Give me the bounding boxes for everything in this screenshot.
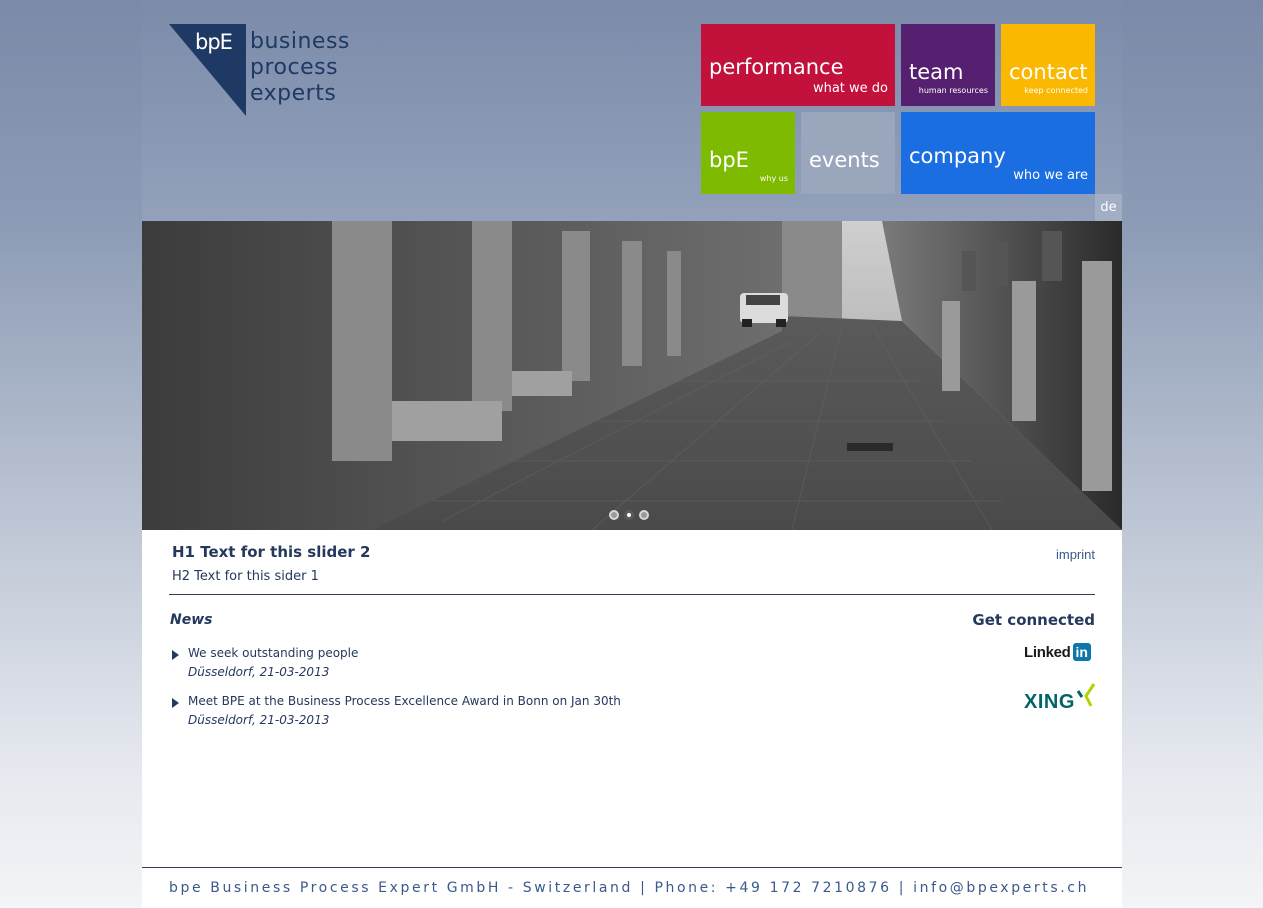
hero-slider[interactable] bbox=[142, 221, 1122, 530]
slider-image bbox=[142, 221, 1122, 530]
nav-tile-bpe-label: bpE bbox=[709, 148, 749, 172]
news-item-title[interactable]: Meet BPE at the Business Process Excelle… bbox=[188, 694, 621, 708]
news-item-date: Düsseldorf, 21-03-2013 bbox=[188, 665, 330, 679]
content-divider bbox=[169, 594, 1095, 595]
nav-tile-contact[interactable]: contact keep connected bbox=[1001, 24, 1095, 106]
footer-divider bbox=[142, 867, 1122, 868]
xing-link[interactable]: XING bbox=[1024, 683, 1096, 715]
linkedin-link[interactable]: Linked in bbox=[1024, 643, 1091, 661]
slide-subheading: H2 Text for this sider 1 bbox=[172, 569, 319, 584]
get-connected-heading: Get connected bbox=[972, 611, 1095, 629]
nav-tile-team[interactable]: team human resources bbox=[901, 24, 995, 106]
header: bpE business process experts performance… bbox=[142, 0, 1122, 221]
nav-tile-events[interactable]: events bbox=[801, 112, 895, 194]
nav-tile-contact-label: contact bbox=[1009, 60, 1088, 84]
logo[interactable]: bpE business process experts bbox=[169, 24, 351, 116]
footer-contact-info: bpe Business Process Expert GmbH - Switz… bbox=[169, 880, 1090, 896]
nav-tile-performance[interactable]: performance what we do bbox=[701, 24, 895, 106]
linkedin-logo-text: Linked bbox=[1024, 643, 1071, 661]
triangle-right-icon bbox=[172, 698, 179, 708]
page: bpE business process experts performance… bbox=[142, 0, 1122, 908]
nav-tile-performance-sub: what we do bbox=[812, 81, 888, 96]
logo-divider bbox=[245, 27, 246, 113]
slider-dot-1[interactable] bbox=[609, 510, 619, 520]
language-switch[interactable]: de bbox=[1095, 194, 1122, 221]
logo-line-2: process bbox=[250, 55, 339, 80]
slider-pagination bbox=[609, 510, 649, 520]
slide-heading: H1 Text for this slider 2 bbox=[172, 543, 371, 561]
nav-tile-company[interactable]: company who we are bbox=[901, 112, 1095, 194]
nav-tile-bpe[interactable]: bpE why us bbox=[701, 112, 795, 194]
news-heading: News bbox=[170, 612, 213, 628]
xing-logo-text: XING bbox=[1024, 691, 1075, 713]
news-item-title[interactable]: We seek outstanding people bbox=[188, 646, 358, 660]
imprint-link[interactable]: imprint bbox=[1056, 547, 1095, 562]
nav-tile-events-label: events bbox=[809, 148, 880, 172]
logo-mark: bpE bbox=[195, 30, 233, 54]
slider-dot-2[interactable] bbox=[624, 510, 634, 520]
main-content: H1 Text for this slider 2 H2 Text for th… bbox=[142, 530, 1122, 867]
nav-tile-contact-sub: keep connected bbox=[1024, 86, 1088, 95]
nav-tile-team-label: team bbox=[909, 60, 964, 84]
slider-dot-3[interactable] bbox=[639, 510, 649, 520]
nav-tile-company-label: company bbox=[909, 144, 1006, 168]
footer: bpe Business Process Expert GmbH - Switz… bbox=[142, 867, 1122, 908]
triangle-right-icon bbox=[172, 650, 179, 660]
logo-line-1: business bbox=[250, 29, 350, 54]
xing-icon bbox=[1076, 683, 1096, 707]
nav-tile-company-sub: who we are bbox=[1013, 168, 1088, 183]
nav-tile-performance-label: performance bbox=[709, 55, 844, 79]
news-item-date: Düsseldorf, 21-03-2013 bbox=[188, 713, 330, 727]
nav-tile-team-sub: human resources bbox=[918, 86, 988, 95]
nav-tile-bpe-sub: why us bbox=[759, 174, 788, 183]
linkedin-icon: in bbox=[1072, 643, 1091, 661]
logo-text: business process experts bbox=[250, 29, 350, 107]
logo-line-3: experts bbox=[250, 81, 337, 106]
